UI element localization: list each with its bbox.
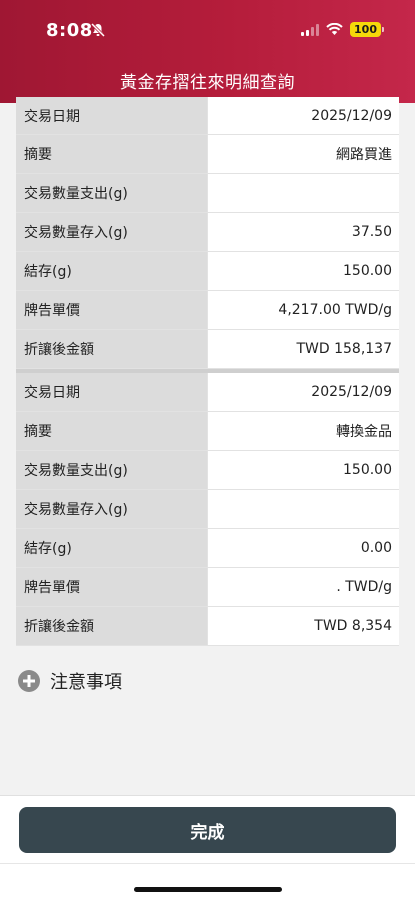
transaction-record-2: 交易日期 2025/12/09 摘要 轉換金品 交易數量支出(g) 150.00… — [16, 373, 399, 646]
row-value: 2025/12/09 — [207, 373, 399, 411]
table-row: 摘要 轉換金品 — [16, 412, 399, 451]
signal-icon — [301, 23, 320, 36]
transaction-record-1: 交易日期 2025/12/09 摘要 網路買進 交易數量支出(g) 交易數量存入… — [16, 97, 399, 374]
row-value: TWD 158,137 — [207, 330, 399, 368]
notice-label[interactable]: 注意事項 — [50, 668, 122, 694]
row-value: 轉換金品 — [207, 412, 399, 450]
done-button[interactable]: 完成 — [19, 807, 396, 853]
table-row: 牌告單價 4,217.00 TWD/g — [16, 291, 399, 330]
row-label: 結存(g) — [16, 529, 207, 567]
row-label: 交易數量存入(g) — [16, 213, 207, 251]
row-value: 0.00 — [207, 529, 399, 567]
plus-circle-icon[interactable] — [18, 670, 40, 692]
app-header: 8:08 100 黃金存摺往來明細查詢 — [0, 0, 415, 103]
row-value: 37.50 — [207, 213, 399, 251]
row-label: 折讓後金額 — [16, 330, 207, 368]
row-value: TWD 8,354 — [207, 607, 399, 645]
table-row: 交易數量存入(g) 37.50 — [16, 213, 399, 252]
bottom-bar: 完成 — [0, 795, 415, 901]
notice-toggle[interactable]: 注意事項 — [18, 668, 122, 694]
row-value: . TWD/g — [207, 568, 399, 606]
table-row: 折讓後金額 TWD 158,137 — [16, 330, 399, 369]
table-row: 交易數量存入(g) — [16, 490, 399, 529]
status-time: 8:08 — [46, 20, 93, 41]
row-value: 2025/12/09 — [207, 97, 399, 134]
table-row: 結存(g) 150.00 — [16, 252, 399, 291]
table-row: 交易日期 2025/12/09 — [16, 97, 399, 135]
page-title: 黃金存摺往來明細查詢 — [120, 73, 295, 93]
row-value — [207, 490, 399, 528]
row-label: 折讓後金額 — [16, 607, 207, 645]
row-label: 交易日期 — [16, 373, 207, 411]
row-value: 4,217.00 TWD/g — [207, 291, 399, 329]
row-label: 摘要 — [16, 412, 207, 450]
row-label: 交易日期 — [16, 97, 207, 134]
row-label: 交易數量存入(g) — [16, 490, 207, 528]
row-label: 交易數量支出(g) — [16, 451, 207, 489]
row-value: 150.00 — [207, 252, 399, 290]
row-label: 牌告單價 — [16, 291, 207, 329]
row-value: 網路買進 — [207, 135, 399, 173]
table-row: 交易日期 2025/12/09 — [16, 373, 399, 412]
table-row: 折讓後金額 TWD 8,354 — [16, 607, 399, 646]
bell-slash-icon — [90, 22, 106, 38]
table-row: 牌告單價 . TWD/g — [16, 568, 399, 607]
row-value: 150.00 — [207, 451, 399, 489]
divider — [0, 863, 415, 864]
wifi-icon — [326, 23, 343, 35]
row-value — [207, 174, 399, 212]
table-row: 交易數量支出(g) — [16, 174, 399, 213]
table-row: 交易數量支出(g) 150.00 — [16, 451, 399, 490]
row-label: 牌告單價 — [16, 568, 207, 606]
table-row: 摘要 網路買進 — [16, 135, 399, 174]
row-label: 結存(g) — [16, 252, 207, 290]
row-label: 摘要 — [16, 135, 207, 173]
battery-icon: 100 — [350, 22, 384, 37]
table-row: 結存(g) 0.00 — [16, 529, 399, 568]
home-indicator[interactable] — [134, 887, 282, 892]
status-icons: 100 — [301, 22, 384, 37]
row-label: 交易數量支出(g) — [16, 174, 207, 212]
